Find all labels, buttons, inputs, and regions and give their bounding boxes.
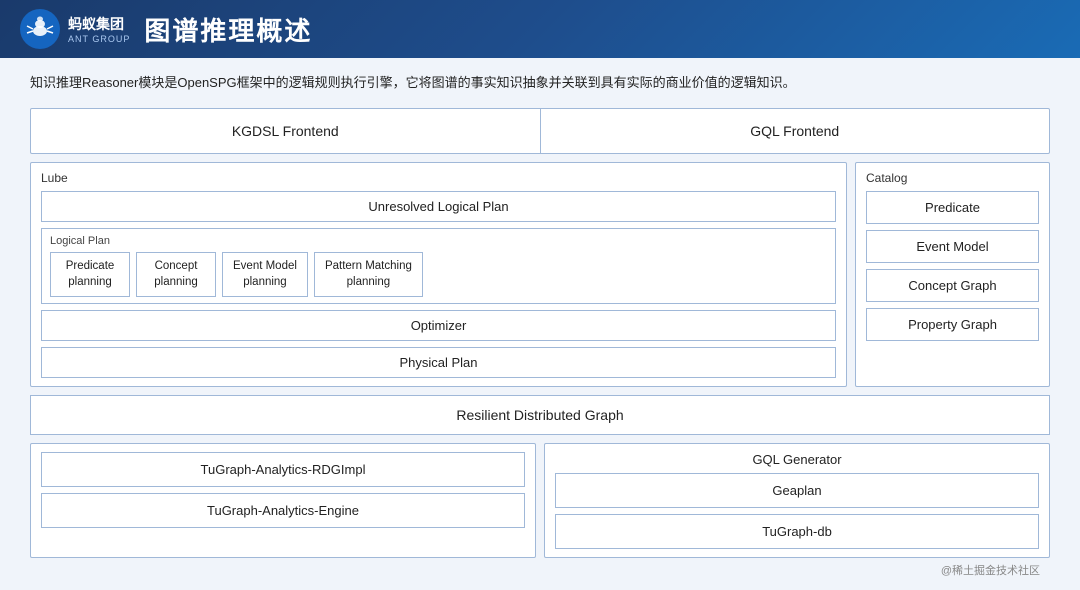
lube-box: Lube Unresolved Logical Plan Logical Pla… bbox=[30, 162, 847, 387]
catalog-label: Catalog bbox=[866, 171, 1039, 185]
tugraph-db-item: TuGraph-db bbox=[555, 514, 1039, 549]
architecture-diagram: KGDSL Frontend GQL Frontend Lube Unresol… bbox=[30, 108, 1050, 558]
logical-plan-label: Logical Plan bbox=[50, 235, 827, 247]
frontend-row: KGDSL Frontend GQL Frontend bbox=[30, 108, 1050, 154]
ant-logo: 蚂蚁集团 ANT GROUP bbox=[20, 9, 130, 49]
optimizer-box: Optimizer bbox=[41, 310, 836, 341]
description-text: 知识推理Reasoner模块是OpenSPG框架中的逻辑规则执行引擎，它将图谱的… bbox=[30, 72, 1050, 94]
gql-frontend-box: GQL Frontend bbox=[541, 109, 1050, 153]
geaplan-item: Geaplan bbox=[555, 473, 1039, 508]
content-area: 知识推理Reasoner模块是OpenSPG框架中的逻辑规则执行引擎，它将图谱的… bbox=[0, 58, 1080, 590]
tugraph-engine: TuGraph-Analytics-Engine bbox=[41, 493, 525, 528]
footer-text: @稀土掘金技术社区 bbox=[30, 558, 1050, 580]
event-model-planning: Event Modelplanning bbox=[222, 252, 308, 297]
middle-row: Lube Unresolved Logical Plan Logical Pla… bbox=[30, 162, 1050, 387]
event-model-item: Event Model bbox=[866, 230, 1039, 263]
lube-label: Lube bbox=[41, 171, 836, 185]
company-sub: ANT GROUP bbox=[68, 34, 130, 44]
kgdsl-frontend-box: KGDSL Frontend bbox=[31, 109, 541, 153]
resilient-row: Resilient Distributed Graph bbox=[30, 395, 1050, 435]
tugraph-rdgimpl: TuGraph-Analytics-RDGImpl bbox=[41, 452, 525, 487]
ant-group-logo-icon bbox=[20, 9, 60, 49]
pattern-matching-planning: Pattern Matchingplanning bbox=[314, 252, 423, 297]
unresolved-logical-plan: Unresolved Logical Plan bbox=[41, 191, 836, 222]
gql-generator-label: GQL Generator bbox=[555, 452, 1039, 467]
predicate-item: Predicate bbox=[866, 191, 1039, 224]
company-name: 蚂蚁集团 bbox=[68, 14, 130, 34]
bottom-row: TuGraph-Analytics-RDGImpl TuGraph-Analyt… bbox=[30, 443, 1050, 558]
tugraph-box: TuGraph-Analytics-RDGImpl TuGraph-Analyt… bbox=[30, 443, 536, 558]
predicate-planning: Predicateplanning bbox=[50, 252, 130, 297]
physical-plan-box: Physical Plan bbox=[41, 347, 836, 378]
logical-plan-box: Logical Plan Predicateplanning Conceptpl… bbox=[41, 228, 836, 304]
page-title: 图谱推理概述 bbox=[144, 11, 312, 48]
property-graph-item: Property Graph bbox=[866, 308, 1039, 341]
header: 蚂蚁集团 ANT GROUP 图谱推理概述 bbox=[0, 0, 1080, 58]
concept-graph-item: Concept Graph bbox=[866, 269, 1039, 302]
catalog-box: Catalog Predicate Event Model Concept Gr… bbox=[855, 162, 1050, 387]
gql-generator-box: GQL Generator Geaplan TuGraph-db bbox=[544, 443, 1050, 558]
planning-items: Predicateplanning Conceptplanning Event … bbox=[50, 252, 827, 297]
concept-planning: Conceptplanning bbox=[136, 252, 216, 297]
